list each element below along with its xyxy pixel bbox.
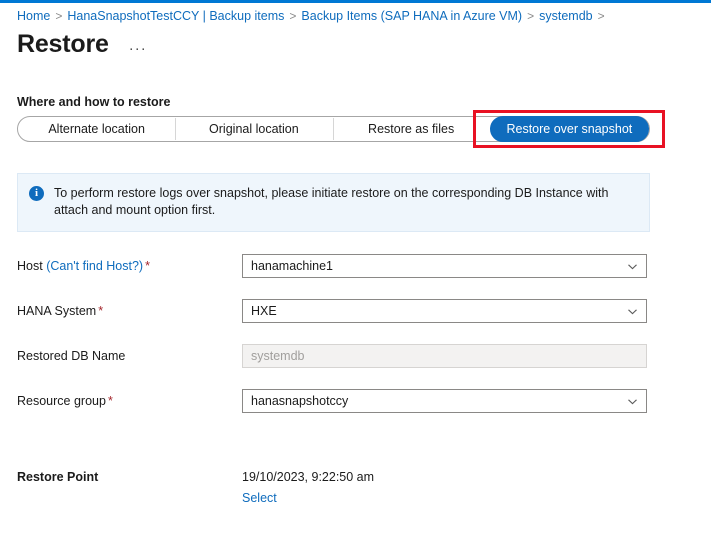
breadcrumb: Home > HanaSnapshotTestCCY | Backup item… (0, 3, 711, 24)
label-host: Host (Can't find Host?) * (17, 259, 242, 273)
hana-system-dropdown[interactable]: HXE (242, 299, 647, 323)
resource-group-dropdown-value: hanasnapshotccy (251, 394, 349, 408)
label-restored-db-name: Restored DB Name (17, 349, 242, 363)
restored-db-name-input: systemdb (242, 344, 647, 368)
field-row-hana-system: HANA System * HXE (17, 299, 694, 323)
breadcrumb-separator-icon: > (289, 9, 297, 23)
host-dropdown-value: hanamachine1 (251, 259, 334, 273)
restored-db-name-value: systemdb (251, 349, 305, 363)
restore-point-body: 19/10/2023, 9:22:50 am Select (242, 470, 374, 505)
chevron-down-icon (627, 306, 638, 317)
page-header: Restore ··· (0, 24, 711, 59)
label-restored-db-name-text: Restored DB Name (17, 349, 126, 363)
more-options-icon[interactable]: ··· (125, 41, 151, 56)
host-dropdown[interactable]: hanamachine1 (242, 254, 647, 278)
breadcrumb-separator-icon: > (527, 9, 535, 23)
chevron-down-icon (627, 396, 638, 407)
chevron-down-icon (627, 261, 638, 272)
field-row-host: Host (Can't find Host?) * hanamachine1 (17, 254, 694, 278)
breadcrumb-item-systemdb[interactable]: systemdb (539, 8, 593, 24)
section-label-where-and-how: Where and how to restore (17, 95, 171, 109)
restore-point-value: 19/10/2023, 9:22:50 am (242, 470, 375, 484)
label-hana-system: HANA System * (17, 304, 242, 318)
required-marker: * (107, 394, 113, 408)
info-banner-text: To perform restore logs over snapshot, p… (54, 186, 609, 217)
info-icon: i (29, 186, 44, 201)
breadcrumb-item-home[interactable]: Home (17, 8, 50, 24)
info-banner: i To perform restore logs over snapshot,… (17, 173, 650, 232)
breadcrumb-separator-icon: > (597, 9, 605, 23)
main-content: Where and how to restore Alternate locat… (0, 95, 711, 505)
field-row-restored-db-name: Restored DB Name systemdb (17, 344, 694, 368)
restore-form: Host (Can't find Host?) * hanamachine1 HA… (17, 254, 694, 413)
breadcrumb-separator-icon: > (55, 9, 63, 23)
resource-group-dropdown[interactable]: hanasnapshotccy (242, 389, 647, 413)
restore-point-section: Restore Point 19/10/2023, 9:22:50 am Sel… (17, 470, 694, 505)
required-marker: * (98, 304, 104, 318)
required-marker: * (145, 259, 150, 273)
restore-point-select-link[interactable]: Select (242, 491, 374, 505)
label-host-text: Host (17, 259, 47, 273)
restore-mode-selector: Alternate location Original location Res… (17, 110, 694, 148)
tab-restore-over-snapshot[interactable]: Restore over snapshot (489, 116, 649, 142)
label-restore-point: Restore Point (17, 470, 99, 484)
label-resource-group-text: Resource group (17, 394, 106, 408)
cant-find-host-link[interactable]: (Can't find Host?) (46, 259, 143, 273)
label-hana-system-text: HANA System (17, 304, 97, 318)
breadcrumb-item-backup-items[interactable]: HanaSnapshotTestCCY | Backup items (67, 8, 284, 24)
tab-restore-as-files[interactable]: Restore as files (332, 117, 490, 141)
breadcrumb-item-sap-hana[interactable]: Backup Items (SAP HANA in Azure VM) (301, 8, 522, 24)
tab-alternate-location[interactable]: Alternate location (18, 117, 175, 141)
label-resource-group: Resource group * (17, 394, 242, 408)
field-row-resource-group: Resource group * hanasnapshotccy (17, 389, 694, 413)
tab-original-location[interactable]: Original location (175, 117, 332, 141)
segmented-control: Alternate location Original location Res… (17, 116, 650, 142)
page-title: Restore (17, 30, 109, 58)
hana-system-dropdown-value: HXE (251, 304, 277, 318)
